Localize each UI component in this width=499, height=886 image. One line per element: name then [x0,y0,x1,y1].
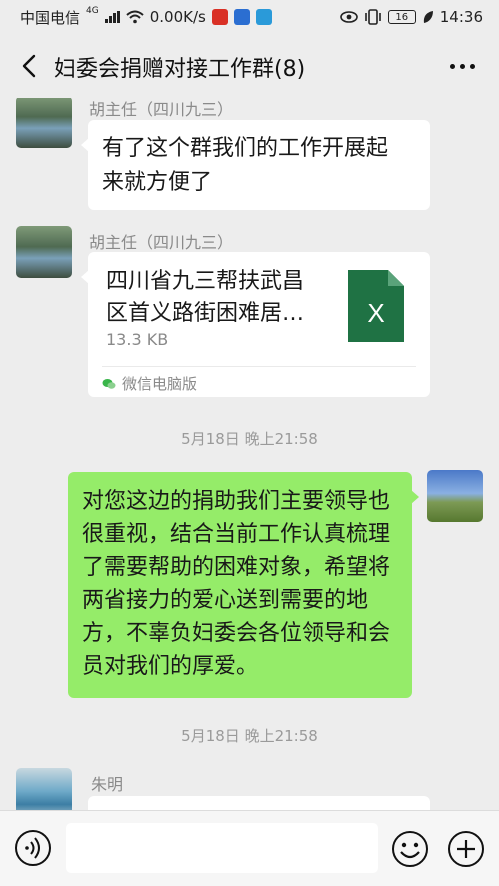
chevron-left-icon[interactable] [18,54,42,78]
emoji-icon[interactable] [390,829,430,869]
battery-level: 16 [395,11,409,23]
timestamp: 5月18日 晚上21:58 [181,727,318,745]
message-text-line: 了需要帮助的困难对象，希望将 [82,555,391,580]
leaf-icon [423,11,433,23]
avatar[interactable] [16,98,72,148]
eye-icon [339,11,358,23]
file-size: 13.3 KB [106,330,169,349]
message-bubble[interactable]: 对您这边的捐助我们主要领导也 很重视，结合当前工作认真梳理 了需要帮助的困难对象… [68,472,419,698]
avatar[interactable] [16,768,72,810]
message-list[interactable]: 胡主任（四川九三） 有了这个群我们的工作开展起 来就方便了 胡主任（四川九三） … [0,98,499,810]
file-source-label: 微信电脑版 [122,375,198,393]
chat-header: 妇委会捐赠对接工作群(8) [0,34,499,98]
message-text-line: 来就方便了 [102,170,213,195]
network-label: 4G [86,6,99,16]
message-input[interactable] [66,823,378,873]
sender-name: 胡主任（四川九三） [89,100,234,119]
voice-icon[interactable] [14,829,52,867]
chat-title: 妇委会捐赠对接工作群(8) [54,57,306,82]
plus-icon[interactable] [446,829,486,869]
message-text-line: 两省接力的爱心送到需要的地 [82,588,369,613]
file-message-card[interactable]: 四川省九三帮扶武昌 区首义路街困难居… 13.3 KB X 微信电脑版 [81,252,430,397]
signal-icon [104,11,120,23]
message-text-line: 很重视，结合当前工作认真梳理 [82,522,391,547]
file-name-line: 四川省九三帮扶武昌 [106,269,305,294]
notification-app-icon [233,9,250,25]
message-bubble[interactable]: 有了这个群我们的工作开展起 来就方便了 [81,120,430,210]
divider [102,366,416,367]
carrier-label: 中国电信 [20,8,81,27]
message-text-line: 对您这边的捐助我们主要领导也 [82,489,391,514]
clock: 14:36 [439,8,483,26]
battery-icon: 16 [387,10,416,24]
file-name-line: 区首义路街困难居… [106,301,305,326]
wechat-icon [102,378,116,389]
net-speed-label: 0.00K/s [149,8,206,26]
file-name: 四川省九三帮扶武昌 区首义路街困难居… [106,266,324,330]
excel-icon-label: X [367,298,384,328]
sender-name: 朱明 [91,775,124,794]
notification-app-icon [211,9,228,25]
message-bubble[interactable] [88,796,430,810]
notification-app-icon [255,9,272,25]
sender-name: 胡主任（四川九三） [89,233,234,252]
timestamp: 5月18日 晚上21:58 [181,430,318,448]
input-bar [0,810,499,886]
vibrate-icon [364,9,381,25]
message-text-line: 有了这个群我们的工作开展起 [102,136,389,161]
status-bar: 中国电信 4G 0.00K/s 16 14:36 [0,0,499,34]
message-text-line: 员对我们的厚爱。 [82,654,259,679]
wifi-icon [126,10,144,24]
excel-file-icon: X [348,270,404,342]
avatar[interactable] [427,470,483,522]
more-dots-icon[interactable] [450,64,475,69]
file-source: 微信电脑版 [102,373,197,394]
avatar[interactable] [16,226,72,278]
message-text-line: 方，不辜负妇委会各位领导和会 [82,621,391,646]
